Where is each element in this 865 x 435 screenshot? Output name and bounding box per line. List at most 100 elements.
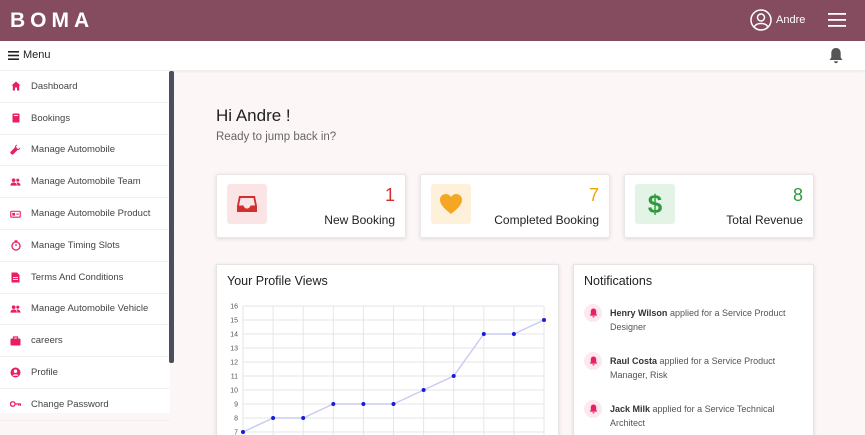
stat-card-completed-booking[interactable]: 7 Completed Booking (420, 174, 610, 238)
profile-views-chart: 7 8 9 10 11 12 13 14 15 16 (230, 304, 546, 435)
wrench-icon (10, 144, 21, 156)
data-point (241, 430, 245, 434)
data-point (511, 332, 516, 336)
user-menu[interactable]: Andre (750, 9, 805, 31)
stat-label: New Booking (324, 213, 395, 227)
sidebar-item-label: Change Password (31, 398, 109, 410)
stat-icon-box: $ (635, 184, 675, 224)
sidebar-item-label: Manage Automobile Product (31, 208, 151, 220)
sidebar: Dashboard Bookings Manage Automobile Man… (0, 71, 170, 421)
notification-item[interactable]: Henry Wilson applied for a Service Produ… (584, 304, 809, 334)
notification-item[interactable]: Jack Milk applied for a Service Technica… (584, 400, 809, 430)
people-icon (10, 176, 21, 187)
y-tick-label: 13 (230, 346, 238, 353)
sidebar-item-manage-timing-slots[interactable]: Manage Timing Slots (0, 230, 170, 262)
sidebar-item-label: careers (31, 335, 63, 347)
y-tick-label: 9 (234, 402, 238, 409)
sidebar-item-label: Manage Automobile (31, 144, 115, 156)
sidebar-item-label: Profile (31, 367, 58, 379)
sidebar-item-terms-and-conditions[interactable]: Terms And Conditions (0, 262, 170, 294)
stat-icon-box (227, 184, 267, 224)
notification-bell-icon (584, 400, 602, 418)
sidebar-item-manage-automobile-team[interactable]: Manage Automobile Team (0, 166, 170, 199)
stat-card-total-revenue[interactable]: $ 8 Total Revenue (624, 174, 814, 238)
notification-text: Henry Wilson applied for a Service Produ… (610, 306, 786, 334)
brand-logo[interactable]: BOMA (10, 10, 120, 30)
sidebar-item-label: Bookings (31, 112, 71, 124)
stat-card-new-booking[interactable]: 1 New Booking (216, 174, 406, 238)
top-bar: BOMA Andre (0, 0, 865, 41)
profile-views-panel: Your Profile Views 7 8 9 10 11 12 13 14 15 16 (216, 264, 559, 435)
page-subtitle: Ready to jump back in? (216, 131, 337, 143)
notification-message: applied for a Service Product (659, 356, 776, 366)
notification-role: Designer (610, 322, 647, 332)
data-point (451, 374, 456, 378)
menu-label: Menu (23, 49, 51, 61)
notification-item[interactable]: Raul Costa applied for a Service Product… (584, 352, 809, 382)
menu-toggle-button[interactable]: Menu (8, 49, 51, 61)
y-tick-label: 11 (231, 374, 238, 381)
y-tick-label: 10 (230, 388, 238, 395)
notification-bell-icon (584, 304, 602, 322)
notification-name: Jack Milk (610, 404, 651, 414)
menu-bar: Menu (0, 41, 865, 71)
stat-value: 7 (588, 185, 599, 205)
stat-value: 8 (792, 185, 803, 205)
page-greeting: Hi Andre ! (216, 106, 291, 125)
briefcase-icon (10, 335, 21, 346)
stat-label: Total Revenue (726, 213, 803, 227)
y-tick-label: 8 (234, 416, 238, 423)
svg-text:$: $ (648, 191, 663, 217)
data-point (331, 402, 336, 406)
y-tick-label: 7 (234, 430, 238, 435)
data-point (391, 402, 396, 406)
data-point (271, 416, 276, 420)
notification-bell-icon (584, 352, 602, 370)
user-avatar-icon (750, 9, 772, 31)
sidebar-item-manage-automobile[interactable]: Manage Automobile (0, 135, 170, 167)
sidebar-item-label: Manage Automobile Team (31, 176, 141, 188)
sidebar-item-label: Terms And Conditions (31, 271, 124, 283)
sidebar-item-manage-automobile-vehicle[interactable]: Manage Automobile Vehicle (0, 294, 170, 326)
data-point (361, 402, 366, 406)
stat-icon-box (431, 184, 471, 224)
brand-text: BOMA (10, 10, 94, 30)
hamburger-icon[interactable] (828, 13, 846, 27)
panel-title: Notifications (584, 274, 653, 288)
y-tick-label: 16 (230, 304, 238, 311)
sidebar-item-dashboard[interactable]: Dashboard (0, 71, 170, 103)
inbox-icon (237, 196, 257, 212)
sidebar-item-bookings[interactable]: Bookings (0, 103, 170, 135)
stat-value: 1 (384, 185, 395, 205)
dollar-icon: $ (648, 191, 663, 217)
sidebar-scrollbar[interactable] (169, 71, 174, 363)
sidebar-item-change-password[interactable]: Change Password (0, 389, 170, 421)
home-icon (10, 81, 21, 92)
sidebar-item-profile[interactable]: Profile (0, 357, 170, 389)
stat-label: Completed Booking (494, 213, 599, 227)
data-point (481, 332, 486, 336)
heart-icon (440, 194, 462, 214)
notification-message: applied for a Service Technical (652, 404, 775, 414)
notification-text: Raul Costa applied for a Service Product… (610, 354, 775, 382)
account-icon (10, 367, 21, 378)
timer-icon (10, 240, 21, 251)
sidebar-item-label: Dashboard (31, 80, 78, 92)
menu-icon (8, 50, 19, 60)
notifications-panel: Notifications Henry Wilson applied for a… (573, 264, 814, 435)
sidebar-item-manage-automobile-product[interactable]: Manage Automobile Product (0, 198, 170, 230)
notification-name: Raul Costa (610, 356, 658, 366)
book-icon (10, 113, 21, 124)
data-point (301, 416, 306, 420)
notification-role: Architect (610, 418, 646, 428)
notification-bell-icon[interactable] (828, 47, 844, 64)
y-tick-label: 12 (230, 360, 238, 367)
people-icon (10, 303, 21, 314)
notification-text: Jack Milk applied for a Service Technica… (610, 402, 774, 430)
sidebar-item-label: Manage Timing Slots (31, 239, 120, 251)
sidebar-item-careers[interactable]: careers (0, 325, 170, 358)
notification-role: Manager, Risk (610, 370, 668, 380)
data-point (542, 318, 546, 322)
notification-message: applied for a Service Product (669, 308, 786, 318)
document-icon (10, 272, 21, 283)
